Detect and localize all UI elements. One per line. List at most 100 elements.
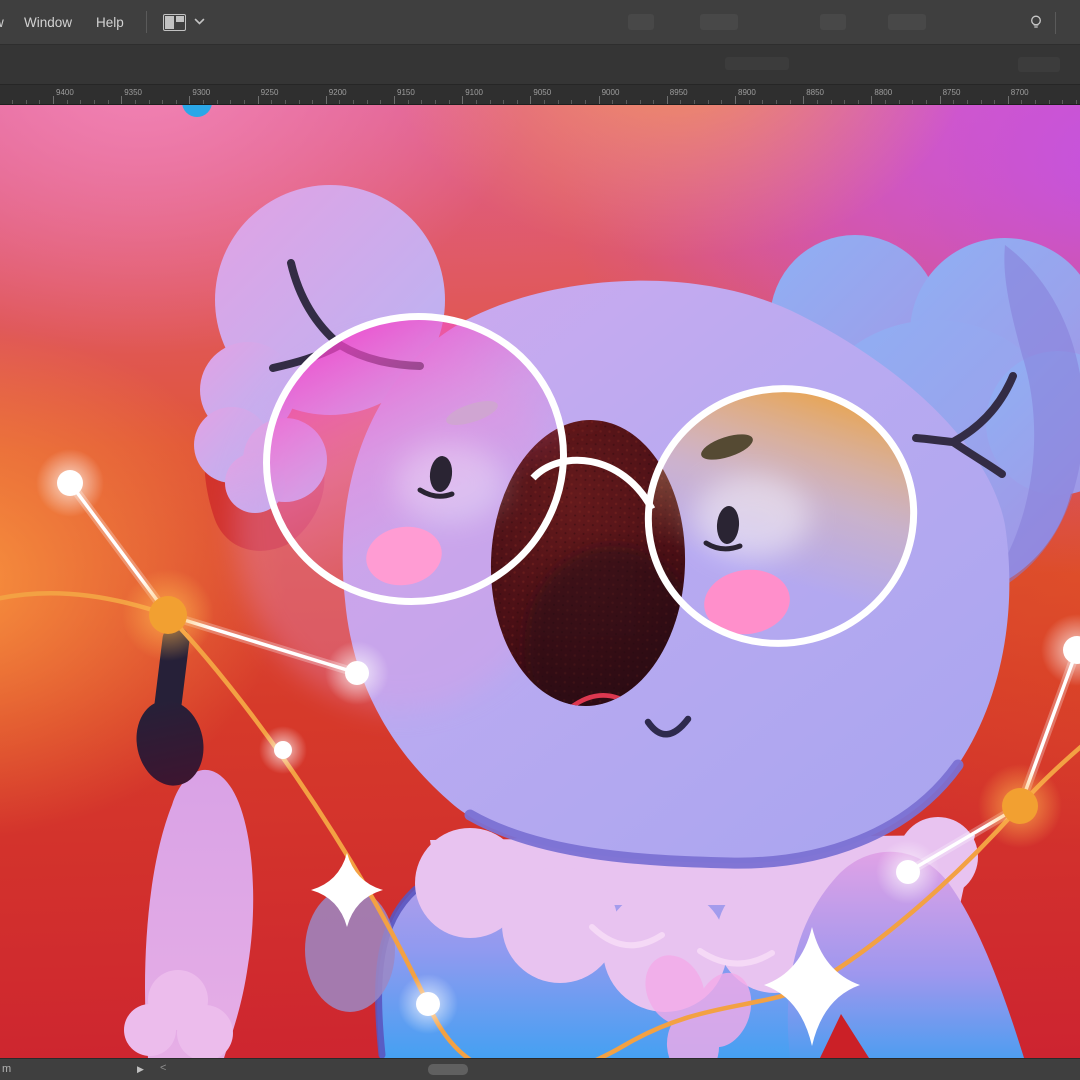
prev-artboard-icon[interactable]: < xyxy=(160,1062,166,1074)
ruler-unit-label: 8950 xyxy=(670,88,688,97)
ghost-button xyxy=(700,14,738,30)
ruler-unit-label: 9400 xyxy=(56,88,74,97)
horizontal-scrollbar-thumb[interactable] xyxy=(428,1064,468,1075)
ruler-minor-tick xyxy=(380,100,381,104)
ruler-minor-tick xyxy=(844,100,845,104)
ruler-minor-tick xyxy=(749,100,750,104)
ruler-unit-label: 8900 xyxy=(738,88,756,97)
options-bar xyxy=(0,45,1080,85)
ruler-minor-tick xyxy=(790,100,791,104)
ruler-major-tick xyxy=(258,96,259,104)
ruler-unit-label: 9050 xyxy=(533,88,551,97)
ruler-minor-tick xyxy=(762,100,763,104)
ruler-minor-tick xyxy=(94,100,95,104)
ruler-unit-label: 9000 xyxy=(602,88,620,97)
ruler-unit-label: 8750 xyxy=(943,88,961,97)
ruler-minor-tick xyxy=(612,100,613,104)
ruler-major-tick xyxy=(530,96,531,104)
ruler[interactable]: 9400935093009250920091509100905090008950… xyxy=(0,85,1080,105)
ruler-major-tick xyxy=(940,96,941,104)
ruler-minor-tick xyxy=(176,100,177,104)
ruler-minor-tick xyxy=(899,100,900,104)
ruler-minor-tick xyxy=(653,100,654,104)
ruler-major-tick xyxy=(189,96,190,104)
lightbulb-icon[interactable] xyxy=(1021,0,1051,45)
ruler-unit-label: 9250 xyxy=(261,88,279,97)
workspace-switcher-icon[interactable] xyxy=(163,14,186,31)
ghost-control xyxy=(1018,57,1060,72)
ruler-minor-tick xyxy=(1049,100,1050,104)
ruler-minor-tick xyxy=(80,100,81,104)
blue-dot-marker xyxy=(182,105,212,117)
ruler-minor-tick xyxy=(12,100,13,104)
ruler-minor-tick xyxy=(135,100,136,104)
ruler-minor-tick xyxy=(831,100,832,104)
menu-item-window[interactable]: Window xyxy=(12,0,84,45)
ruler-minor-tick xyxy=(571,100,572,104)
ruler-minor-tick xyxy=(26,100,27,104)
ruler-unit-label: 9300 xyxy=(192,88,210,97)
illustration-app-window: { "menu_bar": { "partial_left_item": "w"… xyxy=(0,0,1080,1080)
ruler-minor-tick xyxy=(981,100,982,104)
ruler-minor-tick xyxy=(640,100,641,104)
ruler-unit-label: 9100 xyxy=(465,88,483,97)
ruler-minor-tick xyxy=(585,100,586,104)
ruler-minor-tick xyxy=(312,100,313,104)
ruler-minor-tick xyxy=(271,100,272,104)
ruler-minor-tick xyxy=(490,100,491,104)
koala-left-arm xyxy=(124,770,253,1058)
ruler-minor-tick xyxy=(858,100,859,104)
ruler-minor-tick xyxy=(912,100,913,104)
ruler-major-tick xyxy=(667,96,668,104)
ruler-major-tick xyxy=(462,96,463,104)
ghost-button xyxy=(820,14,846,30)
ruler-minor-tick xyxy=(244,100,245,104)
ruler-minor-tick xyxy=(203,100,204,104)
ruler-minor-tick xyxy=(435,100,436,104)
ruler-minor-tick xyxy=(694,100,695,104)
menu-item-partial[interactable]: w xyxy=(0,15,12,30)
menu-item-help[interactable]: Help xyxy=(84,0,136,45)
ruler-minor-tick xyxy=(776,100,777,104)
artboard-canvas[interactable] xyxy=(0,105,1080,1058)
ruler-minor-tick xyxy=(1076,100,1077,104)
ruler-major-tick xyxy=(326,96,327,104)
ruler-major-tick xyxy=(121,96,122,104)
ruler-minor-tick xyxy=(217,100,218,104)
ruler-minor-tick xyxy=(408,100,409,104)
ruler-minor-tick xyxy=(708,100,709,104)
status-bar: m ▶ < xyxy=(0,1058,1080,1080)
ruler-minor-tick xyxy=(108,100,109,104)
ruler-unit-label: 8800 xyxy=(874,88,892,97)
ruler-minor-tick xyxy=(285,100,286,104)
next-artboard-icon[interactable]: ▶ xyxy=(137,1064,144,1075)
ruler-minor-tick xyxy=(39,100,40,104)
menu-bar: w Window Help xyxy=(0,0,1080,45)
ruler-minor-tick xyxy=(149,100,150,104)
ruler-major-tick xyxy=(803,96,804,104)
menubar-separator xyxy=(146,11,147,33)
ghost-control xyxy=(725,57,789,70)
ruler-minor-tick xyxy=(353,100,354,104)
ruler-minor-tick xyxy=(230,100,231,104)
ruler-minor-tick xyxy=(926,100,927,104)
koala-artwork xyxy=(0,105,1080,1058)
ruler-unit-label: 9350 xyxy=(124,88,142,97)
ruler-minor-tick xyxy=(367,100,368,104)
ruler-minor-tick xyxy=(162,100,163,104)
ruler-major-tick xyxy=(735,96,736,104)
ruler-minor-tick xyxy=(67,100,68,104)
ruler-minor-tick xyxy=(885,100,886,104)
ruler-major-tick xyxy=(871,96,872,104)
ruler-minor-tick xyxy=(503,100,504,104)
ruler-minor-tick xyxy=(817,100,818,104)
ruler-minor-tick xyxy=(476,100,477,104)
ruler-unit-label: 8700 xyxy=(1011,88,1029,97)
ruler-unit-label: 8850 xyxy=(806,88,824,97)
ruler-minor-tick xyxy=(544,100,545,104)
ruler-minor-tick xyxy=(721,100,722,104)
ruler-major-tick xyxy=(1008,96,1009,104)
ruler-minor-tick xyxy=(953,100,954,104)
chevron-down-icon[interactable] xyxy=(194,18,205,26)
menubar-separator xyxy=(1055,12,1056,34)
